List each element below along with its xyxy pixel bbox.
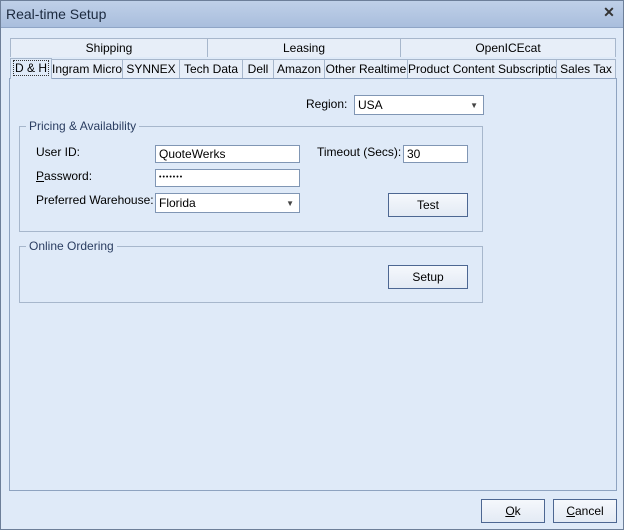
tab-synnex[interactable]: SYNNEX xyxy=(122,59,180,78)
tab-ingram-micro[interactable]: Ingram Micro xyxy=(51,59,123,78)
tab-leasing[interactable]: Leasing xyxy=(207,38,401,57)
title-bar: Real-time Setup ✕ xyxy=(1,1,623,28)
pricing-availability-group: Pricing & Availability User ID: QuoteWer… xyxy=(19,119,483,232)
tab-product-content-subscription[interactable]: Product Content Subscription xyxy=(407,59,564,78)
cancel-button[interactable]: Cancel xyxy=(553,499,617,523)
timeout-label: Timeout (Secs): xyxy=(317,145,402,159)
tab-row-bottom: D & H Ingram Micro SYNNEX Tech Data Dell… xyxy=(10,58,616,79)
chevron-down-icon: ▼ xyxy=(286,199,294,208)
online-ordering-label: Online Ordering xyxy=(26,239,117,253)
preferred-warehouse-select[interactable]: Florida ▼ xyxy=(155,193,300,213)
tab-sales-tax[interactable]: Sales Tax xyxy=(556,59,616,78)
pricing-availability-label: Pricing & Availability xyxy=(26,119,140,133)
timeout-input[interactable]: 30 xyxy=(403,145,468,163)
tab-openicecat[interactable]: OpenICEcat xyxy=(400,38,616,57)
region-label: Region: xyxy=(306,97,348,111)
tab-row-top: Shipping Leasing OpenICEcat xyxy=(10,38,616,57)
preferred-warehouse-value: Florida xyxy=(159,196,196,210)
user-id-input[interactable]: QuoteWerks xyxy=(155,145,300,163)
password-label: Password: xyxy=(36,169,93,183)
tab-shipping[interactable]: Shipping xyxy=(10,38,208,57)
window-title: Real-time Setup xyxy=(6,6,107,22)
user-id-label: User ID: xyxy=(36,145,81,159)
real-time-setup-window: Real-time Setup ✕ Shipping Leasing OpenI… xyxy=(0,0,624,530)
close-icon[interactable]: ✕ xyxy=(601,4,617,21)
test-button[interactable]: Test xyxy=(388,193,468,217)
tab-other-realtime[interactable]: Other Realtime xyxy=(324,59,408,78)
password-input[interactable]: ••••••• xyxy=(155,169,300,187)
setup-button[interactable]: Setup xyxy=(388,265,468,289)
ok-button[interactable]: Ok xyxy=(481,499,545,523)
region-select[interactable]: USA ▼ xyxy=(354,95,484,115)
tab-panel-dh: Region: USA ▼ Pricing & Availability Use… xyxy=(9,78,617,491)
tab-tech-data[interactable]: Tech Data xyxy=(179,59,243,78)
tab-dh[interactable]: D & H xyxy=(10,58,52,79)
tab-amazon[interactable]: Amazon xyxy=(273,59,325,78)
chevron-down-icon: ▼ xyxy=(470,101,478,110)
preferred-warehouse-label: Preferred Warehouse: xyxy=(36,193,154,207)
online-ordering-group: Online Ordering Setup xyxy=(19,239,483,303)
region-value: USA xyxy=(358,98,383,112)
tab-dell[interactable]: Dell xyxy=(242,59,274,78)
